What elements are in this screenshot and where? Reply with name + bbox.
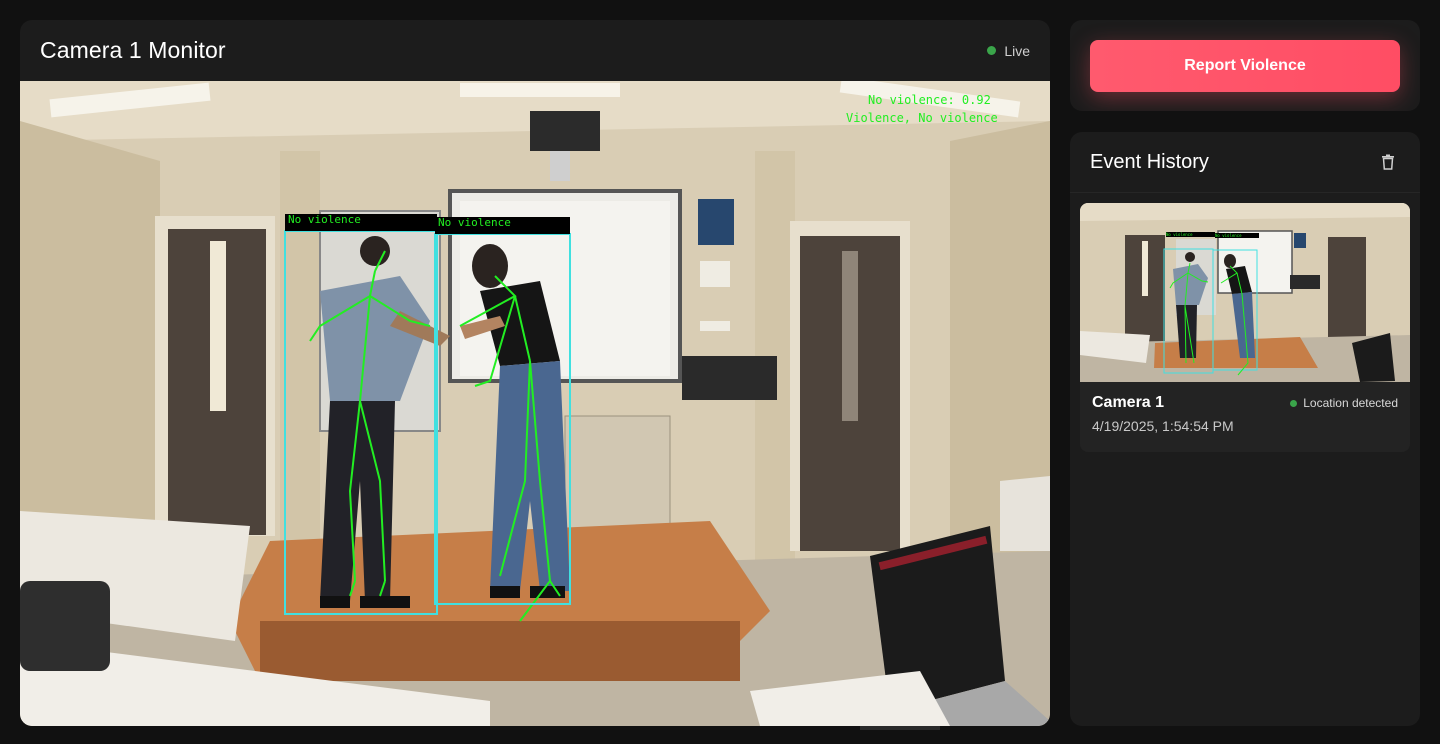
live-label: Live — [1004, 42, 1030, 59]
status-dot-icon — [1290, 399, 1298, 407]
event-thumbnail — [1080, 203, 1410, 382]
event-camera-name: Camera 1 — [1092, 394, 1165, 411]
location-status: Location detected — [1290, 396, 1398, 410]
camera-feed[interactable]: No violence No violence No violence: 0.9… — [20, 81, 1050, 726]
scroll-handle — [860, 726, 940, 730]
box-label-2: No violence — [438, 216, 511, 229]
history-title: Event History — [1090, 150, 1209, 173]
event-item[interactable]: No violence No violence Camera 1 Locatio… — [1080, 203, 1410, 452]
live-dot-icon — [987, 46, 997, 55]
camera-monitor-panel: Camera 1 Monitor Live No violence No vio… — [20, 20, 1050, 726]
event-timestamp: 4/19/2025, 1:54:54 PM — [1092, 418, 1234, 434]
location-status-label: Location detected — [1303, 396, 1398, 410]
monitor-header: Camera 1 Monitor Live — [20, 20, 1050, 81]
event-info: Camera 1 Location detected 4/19/2025, 1:… — [1080, 382, 1410, 446]
event-history-panel: Event History No violence No violence Ca… — [1070, 132, 1420, 726]
page-title: Camera 1 Monitor — [40, 37, 226, 63]
live-status: Live — [987, 43, 1030, 59]
camera-frame — [20, 81, 1050, 726]
thumb-label-1: No violence — [1166, 232, 1215, 237]
report-violence-button[interactable]: Report Violence — [1090, 40, 1400, 92]
trash-icon[interactable] — [1376, 150, 1400, 174]
thumb-label-2: No violence — [1215, 233, 1259, 238]
history-header: Event History — [1070, 132, 1420, 193]
report-card: Report Violence — [1070, 20, 1420, 111]
detection-summary-line-2: Violence, No violence — [846, 111, 998, 125]
box-label-1: No violence — [288, 213, 361, 226]
event-row: Camera 1 Location detected — [1092, 394, 1398, 412]
detection-summary-line-1: No violence: 0.92 — [868, 93, 991, 107]
